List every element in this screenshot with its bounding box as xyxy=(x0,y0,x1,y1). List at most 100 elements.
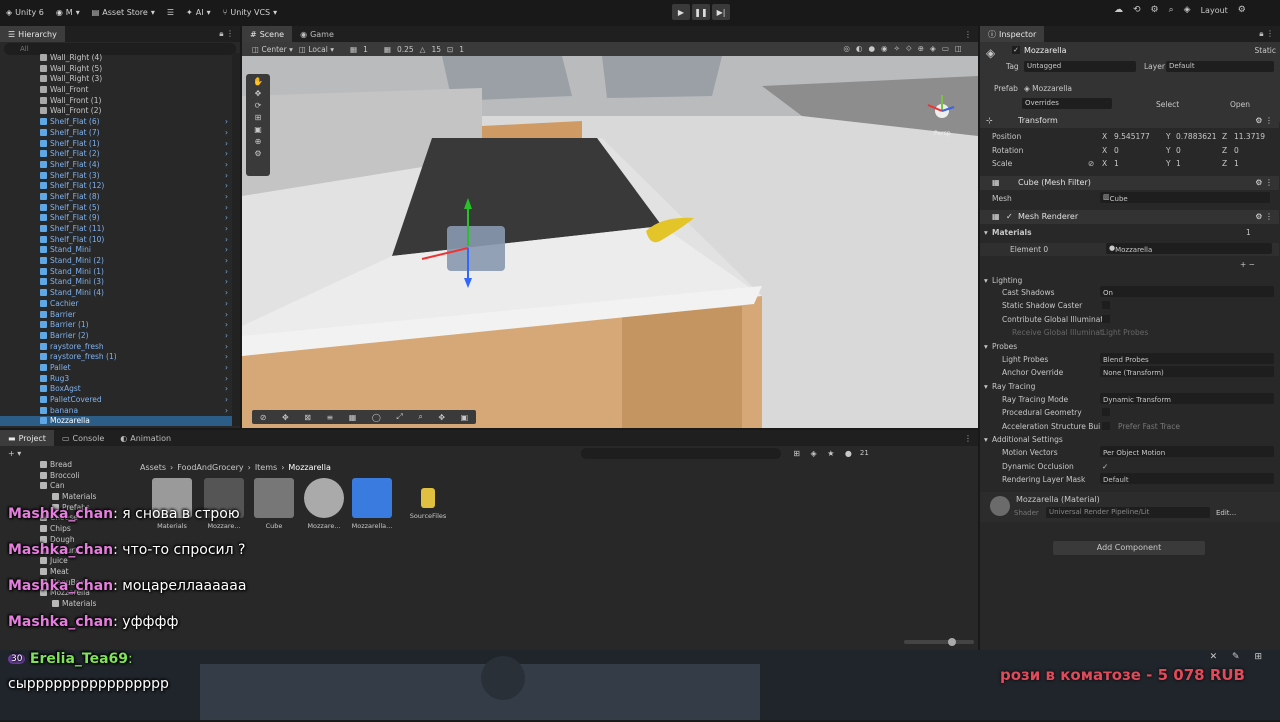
breadcrumb-item[interactable]: Mozzarella xyxy=(288,463,330,472)
hierarchy-item[interactable]: Shelf_Flat (9) › xyxy=(0,213,240,224)
hierarchy-item[interactable]: Shelf_Flat (6) › xyxy=(0,117,240,128)
hierarchy-item[interactable]: Stand_Mini (1) › xyxy=(0,267,240,278)
hierarchy-item[interactable]: Wall_Front (2) xyxy=(0,106,240,117)
hierarchy-item[interactable]: Shelf_Flat (10) › xyxy=(0,235,240,246)
rotation-x-field[interactable]: 0 xyxy=(1114,146,1119,155)
object-name-field[interactable]: Mozzarella xyxy=(1024,46,1066,55)
unity-menu[interactable]: ◈ Unity 6 xyxy=(0,0,50,24)
cloud-icon[interactable]: ☁ xyxy=(1114,5,1123,15)
rendering-layer-dropdown[interactable]: Default xyxy=(1100,473,1274,484)
dynamic-occlusion-checkbox[interactable]: ✓ xyxy=(1102,462,1108,471)
prefab-open-icon[interactable]: › xyxy=(225,139,228,150)
angle-icon[interactable]: △ xyxy=(420,45,426,54)
prefab-open-icon[interactable]: › xyxy=(225,267,228,278)
hierarchy-item[interactable]: banana › xyxy=(0,406,240,417)
rotate-tool-icon[interactable]: ⟳ xyxy=(255,101,262,110)
select-button[interactable]: Select xyxy=(1156,100,1179,109)
tab-inspector[interactable]: ⓘ Inspector xyxy=(980,26,1045,42)
prefab-open-icon[interactable]: › xyxy=(225,128,228,139)
breadcrumb-item[interactable]: Items xyxy=(255,463,277,472)
hierarchy-item[interactable]: Wall_Front (1) xyxy=(0,96,240,107)
view-options-icons[interactable]: ◎◐●◉✧⟐⊕◈▭◫ xyxy=(843,44,978,54)
tab-scene[interactable]: # Scene xyxy=(242,26,293,42)
prefab-open-icon[interactable]: › xyxy=(225,299,228,310)
prefab-open-icon[interactable]: › xyxy=(225,384,228,395)
anchor-override-field[interactable]: None (Transform) xyxy=(1100,366,1274,377)
hierarchy-item[interactable]: Shelf_Flat (1) › xyxy=(0,139,240,150)
breadcrumb-item[interactable]: Assets xyxy=(140,463,166,472)
project-search-input[interactable] xyxy=(581,447,782,459)
menu-button[interactable]: ☰ xyxy=(161,0,180,24)
procedural-geometry-checkbox[interactable] xyxy=(1102,408,1110,416)
custom-tool-icon[interactable]: ⚙ xyxy=(254,149,261,158)
overlay-icon-4[interactable]: ≡ xyxy=(327,413,334,422)
tag-dropdown[interactable]: Untagged xyxy=(1024,61,1136,72)
filter-icons[interactable]: ⊞ ◈ ★ ● xyxy=(793,449,856,458)
tab-animation[interactable]: ◐ Animation xyxy=(112,430,179,446)
hierarchy-item[interactable]: Stand_Mini › xyxy=(0,245,240,256)
inspector-lock-icon[interactable]: 🔒︎ ⋮ xyxy=(1259,29,1280,39)
hierarchy-item[interactable]: Wall_Right (3) xyxy=(0,74,240,85)
prefab-open-icon[interactable]: › xyxy=(225,352,228,363)
prefab-open-icon[interactable]: › xyxy=(225,288,228,299)
layer-dropdown[interactable]: Default xyxy=(1166,61,1274,72)
hierarchy-item[interactable]: Barrier (2) › xyxy=(0,331,240,342)
hierarchy-item[interactable]: Rug3 › xyxy=(0,374,240,385)
prefab-open-icon[interactable]: › xyxy=(225,320,228,331)
hierarchy-item[interactable]: raystore_fresh (1) › xyxy=(0,352,240,363)
transform-header[interactable]: ⊹ Transform ⚙ ⋮ xyxy=(980,114,1279,128)
tab-game[interactable]: ◉ Game xyxy=(292,26,342,42)
folder-item[interactable]: Bread xyxy=(0,460,138,471)
cast-shadows-dropdown[interactable]: On xyxy=(1100,286,1274,297)
hierarchy-item[interactable]: Pallet › xyxy=(0,363,240,374)
renderer-enabled-checkbox[interactable]: ✓ xyxy=(1006,212,1013,221)
prefab-open-icon[interactable]: › xyxy=(225,181,228,192)
transform-tool-icon[interactable]: ⊕ xyxy=(255,137,262,146)
hierarchy-scrollbar[interactable] xyxy=(232,53,240,426)
hierarchy-item[interactable]: Wall_Front xyxy=(0,85,240,96)
prefab-open-icon[interactable]: › xyxy=(225,160,228,171)
snap-icon[interactable]: ▦ xyxy=(384,45,391,54)
prefab-open-icon[interactable]: › xyxy=(225,256,228,267)
ray-tracing-mode-dropdown[interactable]: Dynamic Transform xyxy=(1100,393,1274,404)
folder-item[interactable]: Materials xyxy=(0,599,138,610)
element-0-field[interactable]: ● Mozzarella xyxy=(1106,243,1272,254)
add-component-button[interactable]: Add Component xyxy=(1053,541,1205,555)
folder-item[interactable]: Can xyxy=(0,481,138,492)
hierarchy-item[interactable]: raystore_fresh › xyxy=(0,342,240,353)
add-element-icon[interactable]: + − xyxy=(1240,260,1255,269)
folder-item[interactable]: Materials xyxy=(0,492,138,503)
hierarchy-item[interactable]: Shelf_Flat (5) › xyxy=(0,203,240,214)
mesh-filter-header[interactable]: ▦ Cube (Mesh Filter) ⚙ ⋮ xyxy=(980,176,1279,190)
prefab-open-icon[interactable]: › xyxy=(225,235,228,246)
prefab-open-icon[interactable]: › xyxy=(225,395,228,406)
scene-viewport[interactable]: Persp xyxy=(242,56,978,428)
grid-icon[interactable]: ▦ xyxy=(350,45,357,54)
step-button[interactable]: ▶| xyxy=(712,4,730,20)
tab-console[interactable]: ▭ Console xyxy=(54,430,112,446)
pause-button[interactable]: ❚❚ xyxy=(692,4,710,20)
overrides-dropdown[interactable]: Overrides xyxy=(1022,98,1112,109)
rect-tool-icon[interactable]: ▣ xyxy=(254,125,262,134)
panel-menu-icon[interactable]: ⋮ xyxy=(964,30,978,39)
accel-checkbox[interactable] xyxy=(1102,422,1110,430)
prefab-open-icon[interactable]: › xyxy=(225,406,228,417)
hierarchy-item[interactable]: Shelf_Flat (8) › xyxy=(0,192,240,203)
hierarchy-item[interactable]: Cachier › xyxy=(0,299,240,310)
scale-icon[interactable]: ⊡ xyxy=(447,45,453,54)
hierarchy-item[interactable]: Wall_Right (4) xyxy=(0,53,240,64)
help-icon[interactable]: ⚙ xyxy=(1238,5,1246,15)
hand-tool-icon[interactable]: ✋ xyxy=(253,77,263,86)
tab-hierarchy[interactable]: ☰ Hierarchy xyxy=(0,26,65,42)
mesh-renderer-header[interactable]: ▦ ✓ Mesh Renderer ⚙ ⋮ xyxy=(980,210,1279,224)
mesh-field[interactable]: ▥ Cube xyxy=(1100,192,1270,203)
vcs-button[interactable]: ⑂ Unity VCS ▾ xyxy=(217,0,284,24)
static-shadow-checkbox[interactable] xyxy=(1102,301,1110,309)
hierarchy-item[interactable]: Stand_Mini (3) › xyxy=(0,277,240,288)
folder-item[interactable]: Meat xyxy=(0,567,138,578)
panel-menu-icon[interactable]: ⋮ xyxy=(964,434,978,443)
layers-icon[interactable]: ◈ xyxy=(1184,5,1191,15)
settings-icon[interactable]: ⚙ xyxy=(1151,5,1159,15)
overlay-icon-3[interactable]: ⊠ xyxy=(304,413,311,422)
overlay-icon-8[interactable]: ⌕ xyxy=(418,412,422,422)
